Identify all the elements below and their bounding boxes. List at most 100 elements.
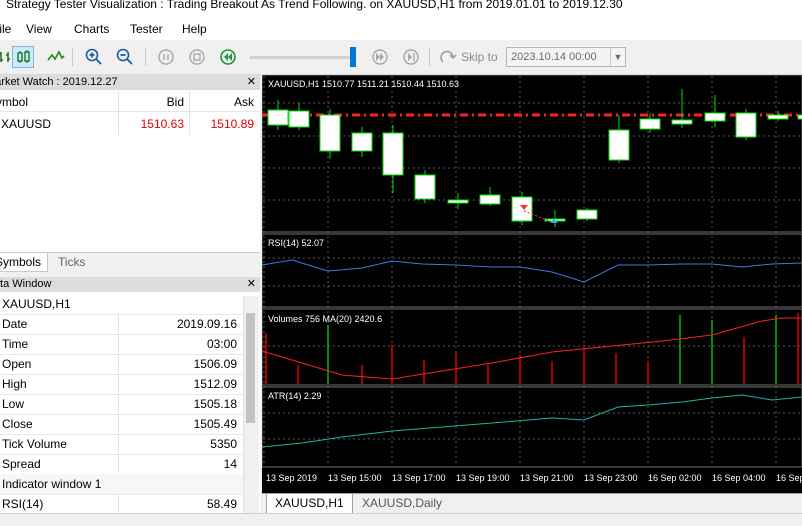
candle-body [608,129,630,161]
time-axis-label: 13 Sep 23:00 [584,473,638,483]
main-chart-label: XAUUSD,H1 1510.77 1511.21 1510.44 1510.6… [268,79,459,89]
close-icon[interactable]: ✕ [247,277,256,292]
data-row: Close 1505.49 [0,414,243,435]
time-axis-label: 13 Sep 15:00 [328,473,382,483]
market-watch-row[interactable]: XAUUSD 1510.63 1510.89 [0,113,260,133]
candle-body [382,132,404,176]
data-row-value: 03:00 [206,337,237,351]
candle-body [576,209,598,220]
row-symbol: XAUUSD [1,117,52,131]
zoom-out-icon[interactable] [114,46,136,68]
data-row: RSI(14) 58.49 [0,494,243,515]
candlestick-icon[interactable] [12,46,34,68]
price-chart-svg[interactable]: XAUUSD,H1 1510.77 1511.21 1510.44 1510.6… [261,74,802,493]
candle-body [671,119,693,125]
data-row-value: 14 [223,457,237,471]
menu-charts[interactable]: Charts [74,22,109,36]
atr-label: ATR(14) 2.29 [268,391,321,401]
data-row-key: High [2,377,27,391]
data-row-value: 1506.09 [193,357,237,371]
data-window-symbol: XAUUSD,H1 [2,297,71,311]
tab-xauusd-daily[interactable]: XAUUSD,Daily [354,494,450,513]
candle-body [414,174,436,200]
scrollbar-thumb[interactable] [246,313,255,423]
step-forward-icon[interactable] [369,46,391,68]
market-watch-header: Market Watch : 2019.12.27 ✕ [0,75,260,90]
time-axis-label: 16 Sep 02:00 [648,473,702,483]
time-axis-label: 13 Sep 17:00 [392,473,446,483]
data-row: Low 1505.18 [0,394,243,415]
candle-body [511,196,533,222]
candle-body [288,110,310,128]
chevron-down-icon[interactable]: ▼ [610,48,625,66]
candle-body [704,112,726,122]
data-row-key: Spread [2,457,41,471]
column-symbol[interactable]: Symbol [0,95,28,109]
data-row-key: Close [2,417,33,431]
speed-slider-track[interactable] [250,56,356,59]
time-axis-label: 13 Sep 21:00 [520,473,574,483]
candle-body [479,194,501,205]
menu-bar: File View Charts Tester Help [0,18,802,40]
menu-help[interactable]: Help [182,22,207,36]
time-axis-label: 16 Sep [776,473,802,483]
skip-to-date-field[interactable]: 2023.10.14 00:00 ▼ [506,47,626,67]
market-watch-title: Market Watch : 2019.12.27 [0,76,118,88]
window-title: Strategy Tester Visualization : Trading … [6,0,623,11]
data-row-key: Time [2,337,29,351]
candle-body [267,109,289,126]
pause-icon[interactable] [155,46,177,68]
chart-area[interactable]: XAUUSD,H1 1510.77 1511.21 1510.44 1510.6… [261,74,802,493]
data-row-key: RSI(14) [2,497,44,511]
indicator-section-row: Indicator window 1 [0,474,243,495]
title-bar: Strategy Tester Visualization : Trading … [0,0,802,18]
data-row: Date 2019.09.16 [0,314,243,335]
candle-body [319,114,341,152]
data-window-symbol-row: XAUUSD,H1 [0,294,243,315]
candle-body [735,112,757,138]
speed-slider-thumb[interactable] [350,47,356,67]
tab-ticks[interactable]: Ticks [52,253,92,271]
menu-tester[interactable]: Tester [130,22,163,36]
market-watch-tabs: Symbols Ticks [0,252,260,272]
volume-label: Volumes 756 MA(20) 2420.6 [268,314,382,324]
data-row-key: Date [2,317,28,331]
data-row: Spread 14 [0,454,243,475]
data-row-key: Open [2,357,32,371]
tab-symbols[interactable]: Symbols [0,253,49,272]
candle-body [767,114,789,120]
time-axis-label: 13 Sep 19:00 [456,473,510,483]
stop-icon[interactable] [186,46,208,68]
data-row-value: 5350 [210,437,237,451]
data-window-title: Data Window [0,278,52,290]
close-icon[interactable]: ✕ [247,75,256,90]
candle-body [351,132,373,152]
zoom-in-icon[interactable] [83,46,105,68]
time-axis-label: 16 Sep 04:00 [712,473,766,483]
tab-xauusd-h1[interactable]: XAUUSD,H1 [266,494,353,514]
status-bar [0,513,802,526]
data-window-panel: Data Window ✕ XAUUSD,H1 Date 2019.09.16 Ti… [0,277,260,525]
rewind-icon[interactable] [217,46,239,68]
candle-body [797,114,802,120]
data-row-value: 1512.09 [193,377,237,391]
data-window-header: Data Window ✕ [0,277,260,292]
data-row: Open 1506.09 [0,354,243,375]
skip-to-icon[interactable] [437,46,459,68]
data-row: High 1512.09 [0,374,243,395]
market-watch-columns: Symbol Bid Ask [0,91,260,112]
menu-view[interactable]: View [26,22,52,36]
menu-file[interactable]: File [0,22,11,36]
line-chart-icon[interactable] [45,46,67,68]
candle-body [639,118,661,130]
column-bid[interactable]: Bid [167,95,184,109]
data-row: Tick Volume 5350 [0,434,243,455]
column-ask[interactable]: Ask [234,95,254,109]
row-ask: 1510.89 [210,117,254,131]
rsi-label: RSI(14) 52.07 [268,238,324,248]
data-row-value: 2019.09.16 [176,317,237,331]
data-row-value: 58.49 [206,497,237,511]
skip-to-date-value: 2023.10.14 00:00 [511,51,597,63]
data-row-key: Low [2,397,25,411]
skip-end-icon[interactable] [400,46,422,68]
